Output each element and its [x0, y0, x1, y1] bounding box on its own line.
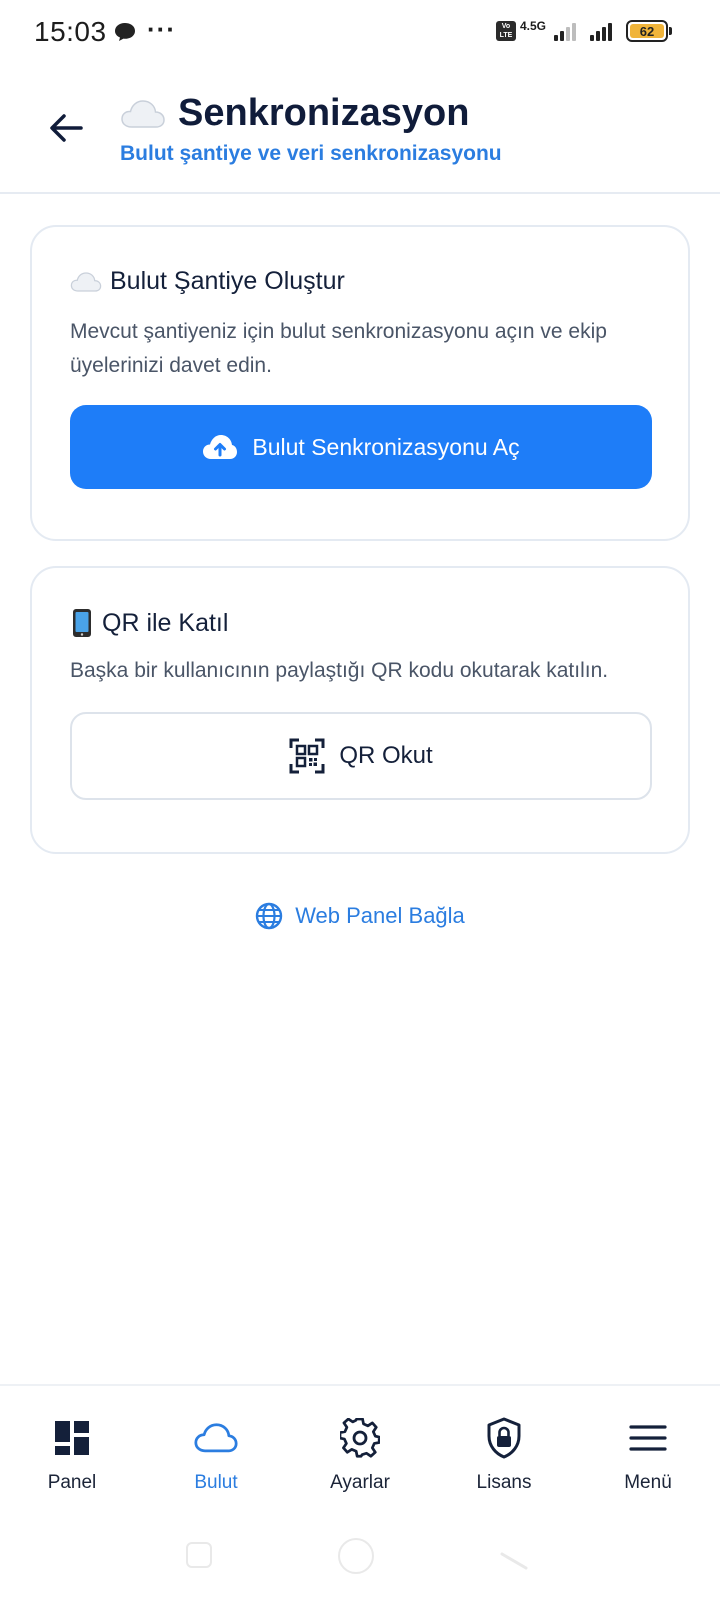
back-button[interactable]: [44, 106, 88, 150]
battery-icon: 62: [626, 20, 672, 42]
cloud-emoji-icon: [70, 271, 102, 292]
shield-lock-icon: [482, 1416, 526, 1460]
nav-label: Ayarlar: [330, 1472, 390, 1493]
card-title-row: QR ile Katıl: [70, 608, 228, 638]
nav-label: Lisans: [476, 1472, 532, 1493]
status-indicators: Vo LTE 4.5G 62: [495, 19, 672, 42]
cloud-upload-icon: [203, 435, 238, 459]
button-label: Bulut Senkronizasyonu Aç: [252, 433, 520, 460]
signal-2-icon: [590, 21, 612, 41]
enable-cloud-sync-button[interactable]: Bulut Senkronizasyonu Aç: [70, 405, 652, 489]
card-title-row: Bulut Şantiye Oluştur: [70, 267, 345, 296]
card-description: Başka bir kullanıcının paylaştığı QR kod…: [70, 659, 609, 682]
recent-apps-button[interactable]: [186, 1542, 212, 1568]
system-back-button[interactable]: [500, 1542, 528, 1570]
nav-item-menu[interactable]: Menü: [576, 1386, 720, 1512]
home-button[interactable]: [338, 1538, 374, 1574]
status-time: 15:03: [34, 16, 107, 47]
connect-web-panel-link[interactable]: Web Panel Bağla: [0, 902, 720, 930]
card-title: QR ile Katıl: [102, 608, 229, 637]
title-row: Senkronizasyon: [120, 92, 469, 135]
globe-icon: [255, 902, 283, 930]
button-label: QR Okut: [339, 742, 433, 769]
dashboard-icon: [50, 1416, 94, 1460]
cloud-sync-card: Bulut Şantiye Oluştur Mevcut şantiyeniz …: [30, 225, 690, 541]
network-type: 4.5G: [519, 19, 546, 33]
hamburger-menu-icon: [626, 1416, 670, 1460]
chat-bubble-icon: [115, 23, 135, 41]
screen: 15:03 ··· Vo LTE 4.5G 62 Senkronizasyon …: [0, 0, 720, 1601]
page-header: Senkronizasyon Bulut şantiye ve veri sen…: [0, 70, 720, 194]
nav-label: Menü: [624, 1472, 672, 1493]
card-description: Mevcut şantiyeniz için bulut senkronizas…: [70, 320, 607, 377]
arrow-left-icon: [50, 114, 83, 142]
qr-scan-icon: [289, 738, 325, 774]
web-link-label: Web Panel Bağla: [295, 903, 465, 928]
volte-icon: Vo LTE: [495, 21, 516, 41]
card-title: Bulut Şantiye Oluştur: [110, 267, 345, 295]
status-bar: 15:03 ··· Vo LTE 4.5G 62: [0, 0, 720, 64]
more-notifications-icon: ···: [147, 14, 176, 44]
gear-icon: [338, 1416, 382, 1460]
scan-qr-button[interactable]: QR Okut: [70, 712, 652, 800]
bottom-navigation: Panel Bulut Ayarlar Lisans Menü: [0, 1384, 720, 1510]
nav-item-bulut[interactable]: Bulut: [144, 1386, 288, 1512]
signal-1-icon: [554, 21, 576, 41]
nav-label: Bulut: [194, 1472, 238, 1493]
nav-label: Panel: [47, 1472, 97, 1493]
nav-item-ayarlar[interactable]: Ayarlar: [288, 1386, 432, 1512]
mobile-phone-icon: [73, 609, 91, 637]
cloud-icon: [194, 1416, 238, 1460]
nav-item-panel[interactable]: Panel: [0, 1386, 144, 1512]
battery-level: 62: [630, 24, 664, 39]
page-title: Senkronizasyon: [178, 92, 470, 134]
system-navigation: [0, 1530, 720, 1590]
page-subtitle: Bulut şantiye ve veri senkronizasyonu: [120, 142, 502, 165]
cloud-emoji-icon: [121, 99, 165, 128]
qr-join-card: QR ile Katıl Başka bir kullanıcının payl…: [30, 566, 690, 854]
nav-item-lisans[interactable]: Lisans: [432, 1386, 576, 1512]
